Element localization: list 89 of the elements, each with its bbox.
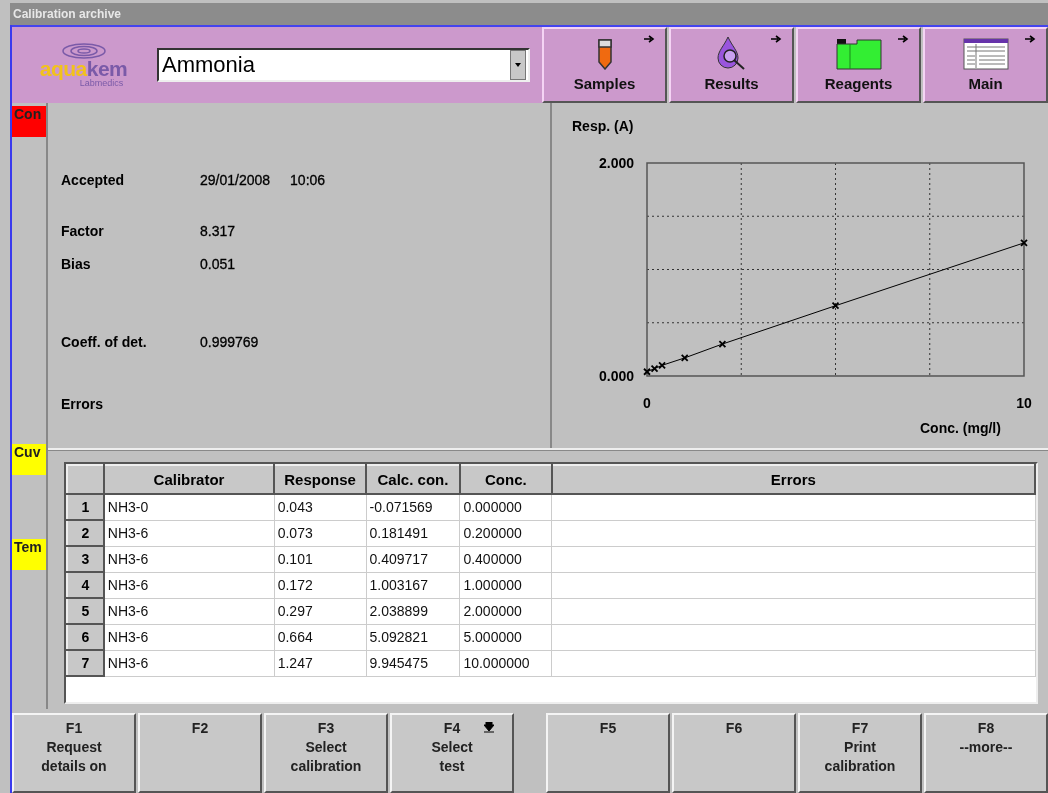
function-key[interactable]: F6 [672,713,796,793]
table-cell: 0.297 [274,598,367,624]
test-select[interactable]: Ammonia [157,48,530,82]
go-arrow-icon [644,35,655,43]
table-cell: 0.409717 [366,546,460,572]
table-cell: 5.000000 [459,624,552,650]
field-value: 8.317 [200,223,236,239]
column-header: Response [274,465,367,494]
table-cell: 0.043 [274,494,367,520]
row-number[interactable]: 3 [67,546,104,572]
table-cell: 2.000000 [459,598,552,624]
go-arrow-icon [898,35,909,43]
column-header: Errors [551,465,1035,494]
field-label: Accepted [61,172,126,188]
test-tube-icon [596,38,613,70]
function-key[interactable]: F3 Select calibration [264,713,388,793]
data-point-marker [718,340,727,348]
column-header: Calibrator [103,465,275,494]
field-value: 0.999769 [200,334,259,350]
nav-button[interactable]: Results [669,27,794,103]
function-key[interactable]: F1 Request details on [12,713,136,793]
table-cell: NH3-6 [103,650,275,676]
data-point-marker [1020,239,1028,247]
field-value: 29/01/2008 [200,172,271,188]
data-point-marker [680,354,689,362]
table-cell: 0.101 [274,546,367,572]
x-tick-label: 10 [1016,395,1032,411]
row-number[interactable]: 4 [67,572,104,598]
table-cell: 0.181491 [366,520,460,546]
aquakem-logo: aquakem Labmedics [12,27,155,103]
table-cell: 0.073 [274,520,367,546]
table-cell: 9.945475 [366,650,460,676]
window-title: Calibration archive [10,3,1048,25]
table-cell: 1.000000 [459,572,552,598]
row-number[interactable]: 7 [67,650,104,676]
y-tick-label: 2.000 [598,155,634,171]
function-key[interactable]: F4 Select test [390,713,514,793]
table-cell: NH3-6 [103,520,275,546]
table-window-icon [962,38,1009,70]
function-key[interactable]: F5 [546,713,670,793]
column-header: Calc. con. [366,465,460,494]
field-label: Errors [61,396,105,412]
nav-button[interactable]: Main [923,27,1048,103]
table-cell: 0.400000 [459,546,552,572]
x-axis-title: Conc. (mg/l) [920,420,1001,436]
folder-icon [835,38,882,70]
column-header: Conc. [459,465,552,494]
data-point-marker [831,301,840,310]
status-tag: Con [12,106,46,137]
row-number[interactable]: 6 [67,624,104,650]
field-value: 10:06 [290,172,326,188]
function-key[interactable]: F7 Print calibration [798,713,922,793]
y-axis-title: Resp. (A) [572,118,634,134]
field-label: Bias [61,256,92,272]
table-cell: 1.003167 [366,572,460,598]
table-cell: NH3-6 [103,572,275,598]
row-number[interactable]: 1 [67,494,104,520]
table-cell: 1.247 [274,650,367,676]
nav-button[interactable]: Reagents [796,27,921,103]
go-arrow-icon [771,35,782,43]
corner-header [67,465,104,494]
function-key[interactable]: F2 [138,713,262,793]
field-label: Factor [61,223,105,239]
field-value: 0.051 [200,256,236,272]
table-cell: 0.664 [274,624,367,650]
table-cell: 10.000000 [459,650,552,676]
function-key[interactable]: F8 --more-- [924,713,1048,793]
table-cell: -0.071569 [366,494,460,520]
table-cell: 2.038899 [366,598,460,624]
dropdown-button[interactable] [510,50,526,80]
y-tick-label: 0.000 [598,368,634,384]
status-tag: Tem [12,539,46,570]
data-point-marker [650,364,659,373]
table-cell: 5.092821 [366,624,460,650]
table-cell: 0.200000 [459,520,552,546]
x-tick-label: 0 [643,395,651,411]
table-cell: NH3-0 [103,494,275,520]
table-cell: NH3-6 [103,624,275,650]
table-cell: NH3-6 [103,598,275,624]
caret-icon [515,63,521,67]
table-cell: 0.000000 [459,494,552,520]
go-arrow-icon [1025,35,1036,43]
table-cell: NH3-6 [103,546,275,572]
field-label: Coeff. of det. [61,334,148,350]
status-tag: Cuv [12,444,46,475]
row-number[interactable]: 2 [67,520,104,546]
row-number[interactable]: 5 [67,598,104,624]
table-cell: 0.172 [274,572,367,598]
nav-button[interactable]: Samples [542,27,667,103]
